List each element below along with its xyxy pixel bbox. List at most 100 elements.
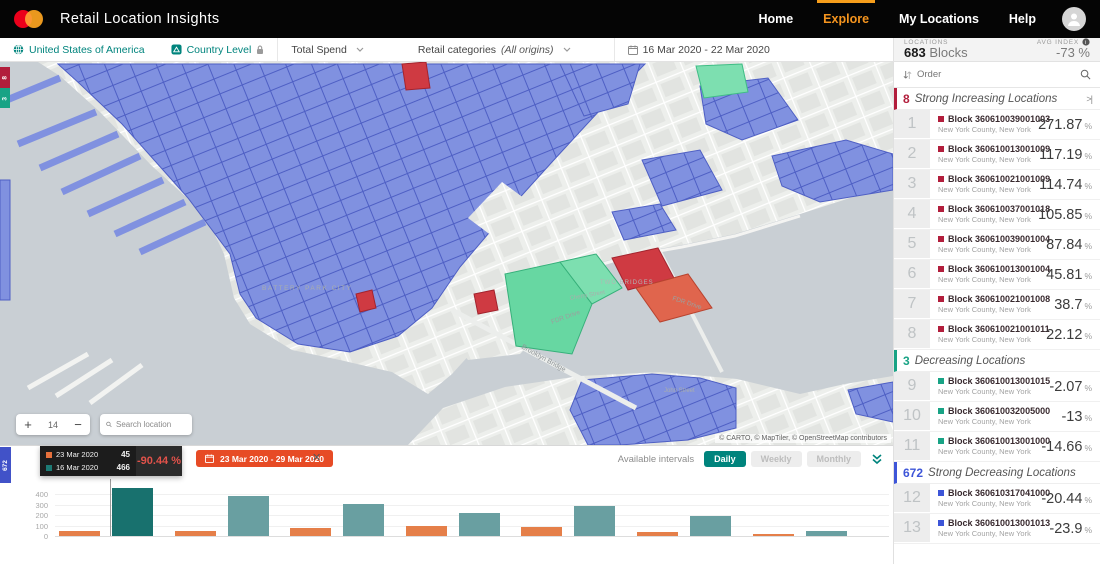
zoom-level: 14 [47, 419, 58, 430]
bar-current-week[interactable] [752, 534, 794, 536]
map-search-box[interactable] [100, 414, 192, 435]
edge-tab-increasing[interactable]: 8 [0, 67, 10, 88]
app-title: Retail Location Insights [60, 11, 220, 27]
bar-comparison-week[interactable] [574, 505, 616, 536]
svg-text:John Street: John Street [664, 388, 695, 394]
bar-current-week[interactable] [521, 526, 563, 536]
list-item[interactable]: 9 Block 360610013001015 New York County, N… [894, 372, 1100, 402]
item-value-number: -14.66 [1041, 438, 1083, 455]
bar-current-week[interactable] [59, 531, 100, 536]
item-info: Block 360610013001009 New York County, Ne… [930, 140, 1050, 169]
bar-current-week[interactable] [174, 530, 216, 536]
avg-index-summary: AVG INDEX i -73 % [1037, 38, 1090, 60]
categories-selector[interactable]: Retail categories (All origins) [405, 38, 584, 61]
item-name: Block 360610013001013 [948, 518, 1051, 528]
bar-comparison-week[interactable] [343, 503, 385, 536]
bar-comparison-week[interactable] [805, 530, 847, 536]
item-info: Block 360610039001003 New York County, Ne… [930, 110, 1050, 139]
item-location: New York County, New York [938, 275, 1031, 284]
item-name: Block 360610039001004 [948, 234, 1051, 244]
search-icon[interactable] [1080, 69, 1091, 80]
block-color-square [938, 296, 944, 302]
list-item[interactable]: 6 Block 360610013001004 New York County, N… [894, 260, 1100, 290]
item-value: 114.74% [1039, 170, 1100, 199]
item-location: New York County, New York [938, 215, 1031, 224]
map-level-icon [171, 44, 182, 55]
item-value-unit: % [1084, 211, 1092, 221]
item-name-row: Block 360610021001008 [938, 294, 1054, 304]
collapse-right-icon[interactable]: >| [1086, 94, 1093, 104]
list-item[interactable]: 11 Block 360610013001000 New York County, … [894, 432, 1100, 462]
item-value: 105.85% [1038, 200, 1100, 229]
bar-chart-plot[interactable]: 400 300 200 100 0 [0, 479, 893, 564]
double-chevron-down-icon[interactable] [867, 451, 887, 467]
user-avatar[interactable] [1062, 7, 1086, 31]
list-item[interactable]: 10 Block 360610032005000 New York County, … [894, 402, 1100, 432]
country-selector[interactable]: United States of America [0, 38, 158, 61]
item-name: Block 360610037001018 [948, 204, 1051, 214]
section-header: 3 Decreasing Locations [894, 350, 1100, 372]
bar-current-week[interactable] [290, 528, 332, 536]
item-name: Block 360610013001015 [948, 376, 1051, 386]
item-name: Block 360610013001000 [948, 436, 1051, 446]
bar-comparison-week[interactable] [227, 496, 269, 536]
bar-current-week[interactable] [405, 525, 447, 536]
bar-comparison-week[interactable] [458, 513, 500, 536]
item-value-unit: % [1084, 151, 1092, 161]
list-item[interactable]: 12 Block 360610317041000 New York County, … [894, 484, 1100, 514]
spend-selector[interactable]: Total Spend [277, 38, 376, 61]
badge-close-icon[interactable]: ✕ [312, 451, 321, 464]
list-item[interactable]: 3 Block 360610021001009 New York County, N… [894, 170, 1100, 200]
item-value-number: 38.7 [1054, 296, 1083, 313]
order-bar[interactable]: Order [894, 62, 1100, 88]
interval-button-daily[interactable]: Daily [704, 451, 746, 467]
date-range-label: 16 Mar 2020 - 22 Mar 2020 [642, 43, 770, 56]
zoom-in-button[interactable]: + [16, 415, 40, 434]
item-rank: 12 [894, 484, 930, 513]
zoom-out-button[interactable]: − [66, 415, 90, 434]
map-canvas[interactable]: BATTERY PARK CITY Brooklyn Bridge FDR Dr… [0, 62, 893, 445]
bar-comparison-week[interactable] [690, 516, 731, 536]
list-item[interactable]: 2 Block 360610013001009 New York County, N… [894, 140, 1100, 170]
nav-item-explore[interactable]: Explore [817, 0, 875, 38]
nav-item-my-locations[interactable]: My Locations [899, 0, 979, 38]
item-value: -23.9% [1049, 514, 1100, 543]
block-color-square [938, 438, 944, 444]
map-container[interactable]: BATTERY PARK CITY Brooklyn Bridge FDR Dr… [0, 62, 893, 445]
list-item[interactable]: 5 Block 360610039001004 New York County, N… [894, 230, 1100, 260]
item-name-row: Block 360610013001015 [938, 376, 1051, 386]
block-color-square [938, 490, 944, 496]
item-info: Block 360610037001018 New York County, Ne… [930, 200, 1050, 229]
main-area: BATTERY PARK CITY Brooklyn Bridge FDR Dr… [0, 62, 1100, 564]
locations-summary: LOCATIONS 683 Blocks [904, 39, 968, 60]
date-range-selector[interactable]: 16 Mar 2020 - 22 Mar 2020 [613, 38, 783, 61]
list-item[interactable]: 1 Block 360610039001003 New York County, N… [894, 110, 1100, 140]
calendar-icon [205, 454, 214, 463]
map-search-input[interactable] [116, 420, 186, 429]
level-selector[interactable]: Country Level [158, 38, 278, 61]
list-item[interactable]: 13 Block 360610013001013 New York County, … [894, 514, 1100, 544]
section-header: 672 Strong Decreasing Locations [894, 462, 1100, 484]
summary-block: LOCATIONS 683 Blocks AVG INDEX i -73 % [893, 38, 1100, 61]
edge-tab-decreasing[interactable]: 3 [0, 88, 10, 108]
nav-item-home[interactable]: Home [758, 0, 793, 38]
block-color-square [938, 326, 944, 332]
item-name: Block 360610021001008 [948, 294, 1051, 304]
bar-current-week[interactable] [637, 531, 678, 536]
list-item[interactable]: 8 Block 360610021001011 New York County, N… [894, 320, 1100, 350]
chart-panel: 672 Average 23 Mar 20204516 Mar 2020466 … [0, 445, 893, 564]
bar-comparison-week[interactable] [112, 487, 153, 536]
section-count: 672 [903, 465, 924, 480]
list-item[interactable]: 7 Block 360610021001008 New York County, N… [894, 290, 1100, 320]
list-item[interactable]: 4 Block 360610037001018 New York County, N… [894, 200, 1100, 230]
country-label: United States of America [29, 43, 145, 56]
edge-tab-strong-decreasing[interactable]: 672 [0, 447, 11, 483]
tooltip-value: 45 [121, 450, 130, 459]
item-value: -2.07% [1049, 372, 1100, 401]
block-color-square [938, 266, 944, 272]
nav-item-help[interactable]: Help [1009, 0, 1036, 38]
item-value-unit: % [1084, 525, 1092, 535]
y-axis-tick-label: 0 [43, 532, 48, 541]
item-rank: 6 [894, 260, 930, 289]
intervals-label: Available intervals [617, 453, 695, 465]
